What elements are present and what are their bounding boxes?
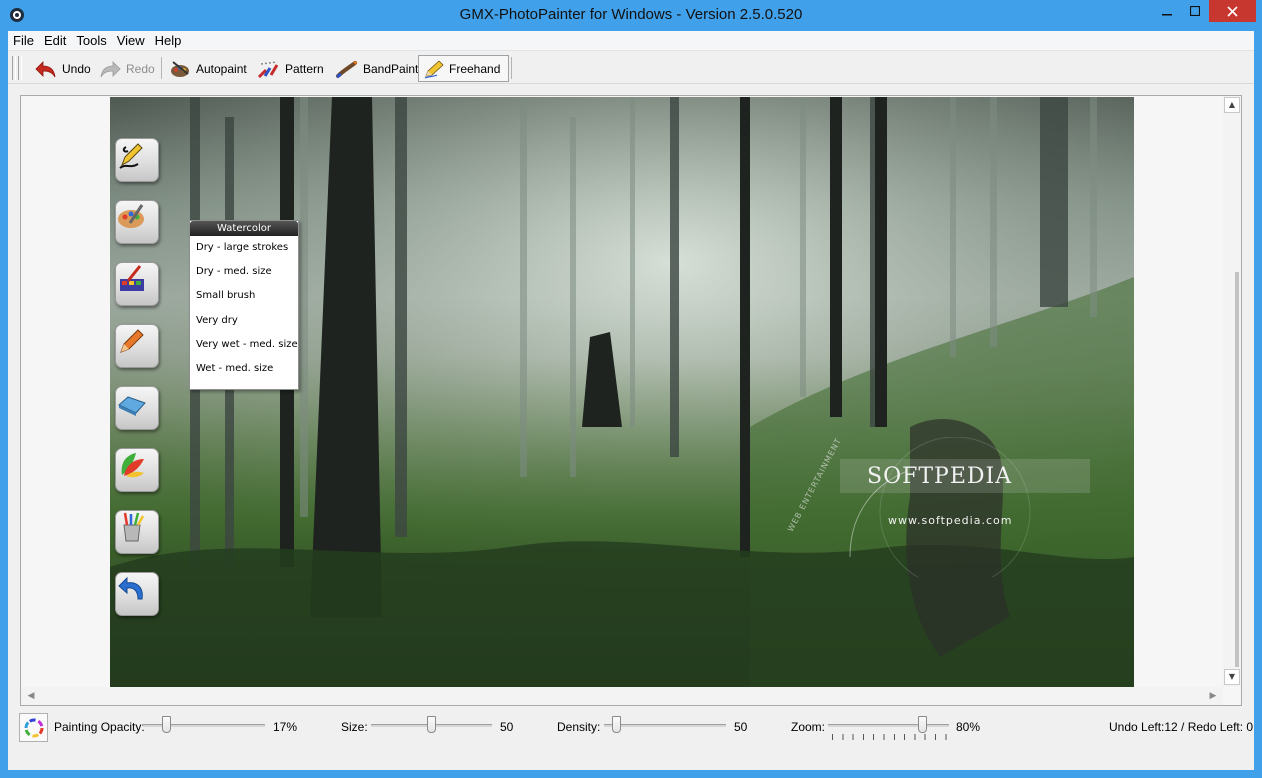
softpedia-url-text: www.softpedia.com bbox=[888, 514, 1013, 527]
palette-brushes-icon bbox=[118, 204, 144, 228]
sponge-icon bbox=[118, 396, 146, 416]
minimize-icon bbox=[1162, 14, 1172, 16]
freehand-pencil-icon bbox=[424, 59, 444, 79]
bandpaint-button[interactable]: BandPaint bbox=[331, 55, 422, 82]
redo-arrow-icon bbox=[100, 60, 121, 77]
popup-item-dry-large[interactable]: Dry - large strokes bbox=[190, 236, 298, 260]
vertical-scrollbar[interactable]: ▲ ▼ bbox=[1223, 96, 1241, 687]
crayon-tool-button[interactable] bbox=[115, 324, 159, 368]
scroll-right-arrow-icon[interactable]: ▶ bbox=[1205, 688, 1221, 704]
toolbar-grip[interactable] bbox=[18, 56, 22, 80]
popup-title: Watercolor bbox=[190, 221, 298, 236]
redo-label: Redo bbox=[126, 61, 155, 76]
app-window: GMX-PhotoPainter for Windows - Version 2… bbox=[0, 0, 1262, 778]
client-area: File Edit Tools View Help Undo Redo Auto… bbox=[8, 31, 1254, 770]
undo-arrow-icon bbox=[35, 60, 56, 77]
undo-redo-count: Undo Left:12 / Redo Left: 0 bbox=[1109, 720, 1254, 734]
popup-item-very-dry[interactable]: Very dry bbox=[190, 309, 298, 333]
undo-label: Undo bbox=[62, 61, 91, 76]
freehand-button[interactable]: Freehand bbox=[418, 55, 509, 82]
popup-item-dry-med[interactable]: Dry - med. size bbox=[190, 260, 298, 284]
undo-button[interactable]: Undo bbox=[30, 55, 95, 82]
toolbar-separator bbox=[511, 57, 512, 79]
color-picker-button[interactable] bbox=[19, 713, 48, 742]
zoom-value: 80% bbox=[956, 720, 981, 734]
color-tool-button[interactable] bbox=[115, 448, 159, 492]
toolbar-separator bbox=[161, 57, 162, 79]
scroll-down-arrow-icon[interactable]: ▼ bbox=[1224, 669, 1240, 685]
bandpaint-label: BandPaint bbox=[363, 61, 419, 76]
autopaint-button[interactable]: Autopaint bbox=[166, 55, 251, 82]
density-value: 50 bbox=[734, 720, 748, 734]
crayon-icon bbox=[120, 329, 144, 353]
redo-button[interactable]: Redo bbox=[94, 55, 159, 82]
status-bar: Painting Opacity: 17% Size: 50 Density: … bbox=[8, 707, 1254, 770]
density-slider-thumb[interactable] bbox=[611, 716, 621, 733]
pattern-button[interactable]: Pattern bbox=[253, 55, 328, 82]
softpedia-logo-watermark bbox=[840, 437, 1090, 577]
maximize-button[interactable] bbox=[1181, 0, 1209, 22]
popup-item-wet-med[interactable]: Wet - med. size bbox=[190, 357, 298, 381]
undo-curve-icon bbox=[118, 576, 143, 600]
toolbar-grip[interactable] bbox=[12, 56, 16, 80]
autopaint-tool-button[interactable] bbox=[115, 200, 159, 244]
scroll-left-arrow-icon[interactable]: ◀ bbox=[23, 688, 39, 704]
density-label: Density: bbox=[557, 720, 601, 734]
popup-item-small-brush[interactable]: Small brush bbox=[190, 284, 298, 308]
toolbar: Undo Redo Autopaint Pattern BandPaint Fr… bbox=[8, 52, 1254, 84]
canvas-viewport[interactable]: SOFTPEDIA www.softpedia.com WEB ENTERTAI… bbox=[20, 95, 1242, 706]
smudge-tool-button[interactable] bbox=[115, 386, 159, 430]
opacity-label: Painting Opacity: bbox=[54, 720, 145, 734]
title-bar[interactable]: GMX-PhotoPainter for Windows - Version 2… bbox=[0, 0, 1262, 31]
zoom-slider-track[interactable] bbox=[828, 724, 949, 727]
window-title: GMX-PhotoPainter for Windows - Version 2… bbox=[459, 6, 803, 23]
painting-canvas[interactable]: SOFTPEDIA www.softpedia.com WEB ENTERTAI… bbox=[110, 97, 1134, 687]
watercolor-popup-menu: Watercolor Dry - large strokes Dry - med… bbox=[189, 220, 299, 390]
menu-bar: File Edit Tools View Help bbox=[8, 31, 1254, 51]
zoom-slider-thumb[interactable] bbox=[917, 716, 927, 733]
palette-brush-icon bbox=[171, 60, 189, 77]
size-label: Size: bbox=[341, 720, 368, 734]
menu-tools[interactable]: Tools bbox=[71, 33, 111, 48]
menu-help[interactable]: Help bbox=[150, 33, 187, 48]
close-icon bbox=[1227, 5, 1238, 17]
freehand-tool-button[interactable] bbox=[115, 138, 159, 182]
size-slider-thumb[interactable] bbox=[427, 716, 436, 733]
color-leaves-icon bbox=[121, 453, 144, 478]
bandpaint-brush-icon bbox=[336, 60, 357, 78]
menu-view[interactable]: View bbox=[112, 33, 150, 48]
brush-cup-icon bbox=[123, 512, 145, 542]
opacity-value: 17% bbox=[273, 720, 298, 734]
opacity-slider-thumb[interactable] bbox=[162, 716, 172, 733]
menu-edit[interactable]: Edit bbox=[39, 33, 71, 48]
pen-signature-icon bbox=[119, 143, 143, 169]
watercolor-box-icon bbox=[120, 265, 144, 291]
zoom-slider-ticks bbox=[832, 734, 950, 740]
horizontal-scrollbar[interactable]: ◀ ▶ bbox=[21, 687, 1223, 705]
close-button[interactable] bbox=[1209, 0, 1256, 22]
autopaint-label: Autopaint bbox=[196, 61, 247, 76]
undo-tool-button[interactable] bbox=[115, 572, 159, 616]
maximize-icon bbox=[1190, 6, 1200, 16]
freehand-label: Freehand bbox=[449, 61, 501, 76]
brushes-cup-tool-button[interactable] bbox=[115, 510, 159, 554]
scroll-up-arrow-icon[interactable]: ▲ bbox=[1224, 97, 1240, 113]
watercolor-tool-button[interactable] bbox=[115, 262, 159, 306]
minimize-button[interactable] bbox=[1153, 0, 1181, 22]
zoom-label: Zoom: bbox=[791, 720, 826, 734]
popup-item-very-wet[interactable]: Very wet - med. size bbox=[190, 333, 298, 357]
forest-photo-image bbox=[110, 97, 1134, 687]
size-value: 50 bbox=[500, 720, 514, 734]
color-wheel-icon bbox=[24, 718, 43, 737]
vertical-scroll-thumb[interactable] bbox=[1235, 272, 1239, 667]
pattern-brush-icon bbox=[257, 60, 279, 78]
softpedia-brand-text: SOFTPEDIA bbox=[867, 464, 1013, 489]
density-slider-track[interactable] bbox=[604, 724, 726, 727]
menu-file[interactable]: File bbox=[8, 33, 39, 48]
pattern-label: Pattern bbox=[285, 61, 324, 76]
